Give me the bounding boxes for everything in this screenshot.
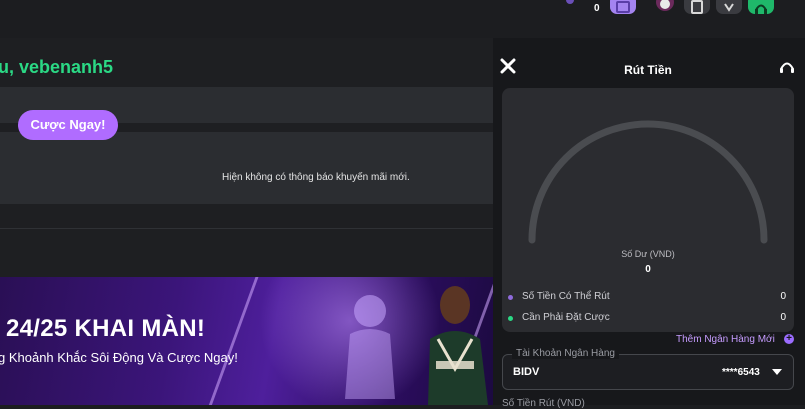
panel-title: Rút Tiền [624, 63, 672, 77]
bet-now-button[interactable]: Cược Ngay! [18, 110, 118, 140]
top-header: 0 [0, 0, 805, 38]
banner-subtitle: g Khoảnh Khắc Sôi Động Và Cược Ngay! [0, 350, 238, 365]
purple-dot-icon [508, 295, 513, 300]
bank-account-number: ****6543 [722, 367, 760, 378]
link-button[interactable] [716, 0, 742, 14]
wallet-button[interactable] [610, 0, 636, 14]
deposit-button[interactable] [748, 0, 774, 14]
stat-value: 0 [780, 312, 786, 323]
wallet-icon [616, 1, 630, 13]
withdraw-amount-label: Số Tiền Rút (VND) [502, 398, 585, 409]
close-icon[interactable] [500, 58, 516, 74]
stat-withdrawable: Số Tiền Có Thể Rút 0 [508, 291, 788, 305]
chevron-down-icon[interactable] [772, 369, 782, 375]
greeting-text: u, vebenanh5 [0, 57, 114, 77]
clipboard-icon [691, 0, 703, 14]
gauge-value: 0 [645, 264, 651, 275]
green-dot-icon [508, 316, 513, 321]
header-count: 0 [594, 3, 600, 14]
plus-icon[interactable]: + [784, 334, 794, 344]
add-bank-link[interactable]: Thêm Ngân Hàng Mới [676, 334, 775, 345]
clipboard-button[interactable] [684, 0, 710, 14]
support-headset-icon [755, 4, 767, 14]
gauge-label: Số Dư (VND) [621, 249, 675, 259]
banner-title: 24/25 KHAI MÀN! [6, 315, 206, 342]
avatar-icon [656, 0, 674, 11]
section-divider [0, 228, 493, 229]
promo-section [0, 132, 493, 204]
stat-wager-required: Cần Phải Đặt Cược 0 [508, 312, 788, 326]
promo-empty-message: Hiện không có thông báo khuyến mãi mới. [222, 172, 410, 183]
stat-label: Cần Phải Đặt Cược [522, 312, 610, 323]
headset-icon[interactable] [779, 59, 795, 75]
bank-name: BIDV [513, 366, 540, 378]
stat-value: 0 [780, 291, 786, 302]
basketball-player-image [428, 286, 488, 405]
link-icon [724, 3, 734, 12]
bank-account-label: Tài Khoản Ngân Hàng [512, 348, 619, 359]
avatar[interactable] [652, 0, 678, 14]
promo-banner[interactable]: 24/25 KHAI MÀN! g Khoảnh Khắc Sôi Động V… [0, 277, 493, 405]
notification-dot [566, 0, 574, 4]
balance-gauge [528, 120, 768, 244]
stat-label: Số Tiền Có Thể Rút [522, 291, 610, 302]
player-silhouette [345, 295, 395, 399]
